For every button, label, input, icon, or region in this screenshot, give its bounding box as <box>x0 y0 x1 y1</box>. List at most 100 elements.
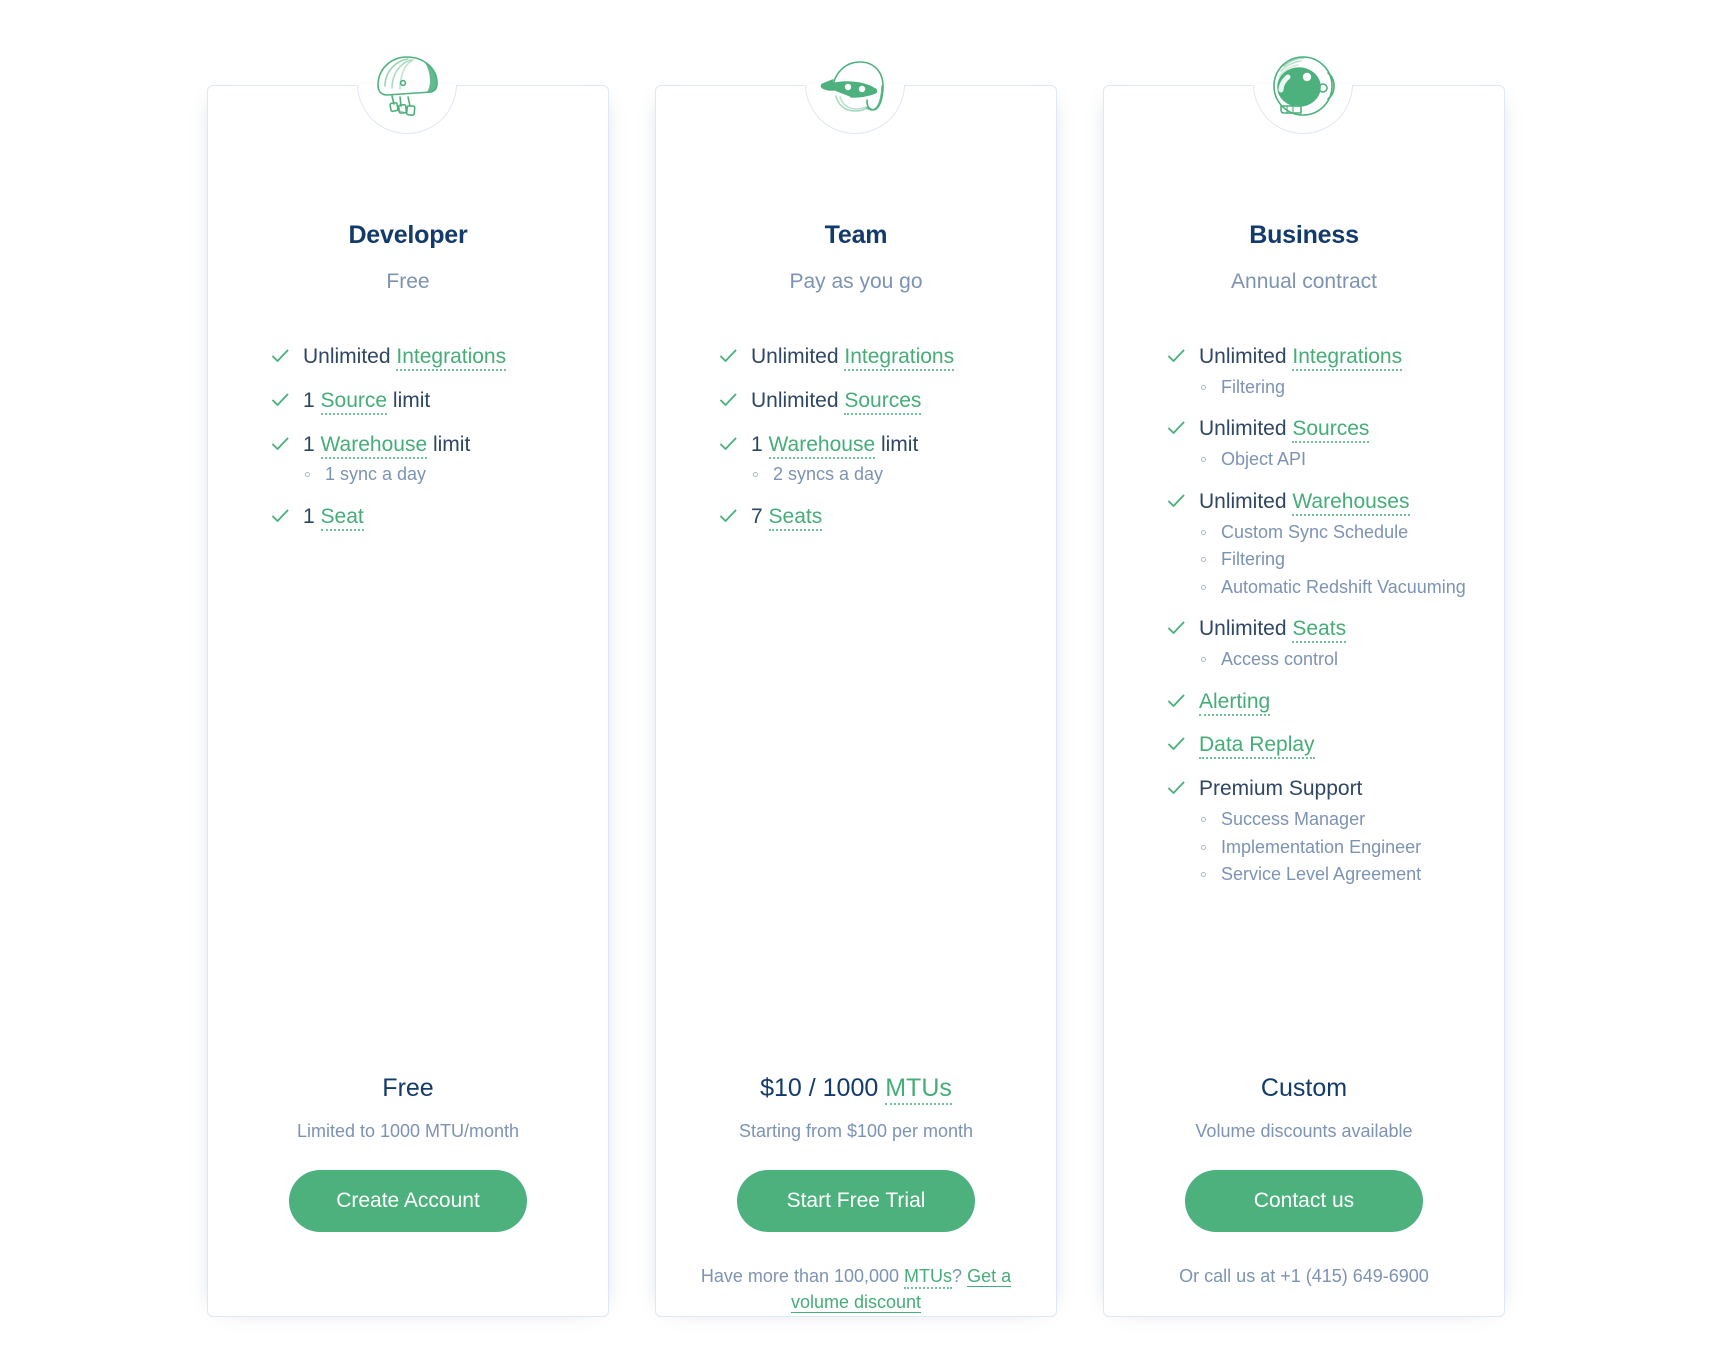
feature-3-part-1[interactable]: Seats <box>768 504 823 531</box>
feature-label: Unlimited Sources <box>1199 414 1504 444</box>
feature-1-part-1[interactable]: Source <box>320 388 388 415</box>
feature-item: 1 Seat <box>270 502 608 532</box>
feature-label: Premium Support <box>1199 774 1504 804</box>
check-icon <box>718 346 738 366</box>
feature-2-part-1[interactable]: Warehouses <box>1292 489 1410 516</box>
price-label: Custom <box>1138 1076 1470 1101</box>
cta-button-team[interactable]: Start Free Trial <box>737 1170 975 1232</box>
feature-3-part-1[interactable]: Seat <box>320 504 364 531</box>
feature-0-part-0: Unlimited <box>751 345 845 368</box>
feature-subitem: Success Manager <box>1199 807 1504 833</box>
check-icon <box>718 506 738 526</box>
feature-label: 1 Source limit <box>303 386 608 416</box>
feature-label: 1 Seat <box>303 502 608 532</box>
feature-item: Data Replay <box>1166 730 1504 760</box>
check-icon <box>1166 418 1186 438</box>
feature-0-part-0: Unlimited <box>1199 345 1293 368</box>
feature-subitem: 1 sync a day <box>303 462 608 488</box>
plan-name: Developer <box>348 221 468 249</box>
feature-subitem: Filtering <box>1199 547 1504 573</box>
footnote-part-1[interactable]: MTUs <box>904 1266 953 1289</box>
feature-2-part-1[interactable]: Warehouse <box>768 432 876 459</box>
check-icon <box>1166 491 1186 511</box>
card-header: Team Pay as you go <box>656 86 1056 293</box>
feature-0-part-1[interactable]: Integrations <box>396 345 507 371</box>
footer-note: Or call us at +1 (415) 649-6900 <box>1138 1263 1470 1316</box>
feature-3-part-1[interactable]: Seats <box>1292 617 1347 644</box>
feature-4-part-0[interactable]: Alerting <box>1199 689 1271 716</box>
feature-item: Unlimited Sources <box>718 386 1056 416</box>
feature-label: 7 Seats <box>751 502 1056 532</box>
price-part-0: Custom <box>1260 1074 1348 1102</box>
feature-0-part-1[interactable]: Integrations <box>1292 345 1403 371</box>
price-label: Free <box>242 1076 574 1101</box>
feature-2-part-0: Unlimited <box>1199 489 1293 513</box>
feature-2-part-0: 1 <box>751 432 769 456</box>
footnote-part-2: ? <box>952 1266 968 1286</box>
feature-item: Unlimited Integrations <box>718 342 1056 372</box>
check-icon <box>270 346 290 366</box>
card-header: Business Annual contract <box>1104 86 1504 293</box>
feature-label: Unlimited Sources <box>751 386 1056 416</box>
cta-button-developer[interactable]: Create Account <box>289 1170 527 1232</box>
feature-item: Unlimited Seats Access control <box>1166 614 1504 672</box>
feature-0-part-1[interactable]: Integrations <box>844 345 955 371</box>
feature-item: Unlimited Integrations Filtering <box>1166 342 1504 400</box>
price-part-0: $10 / 1000 <box>760 1074 886 1102</box>
footnote-part-0: Or call us at +1 (415) 649-6900 <box>1179 1266 1429 1286</box>
plan-name: Business <box>1249 221 1359 249</box>
feature-item: Unlimited Integrations <box>270 342 608 372</box>
feature-5-part-0[interactable]: Data Replay <box>1199 733 1315 760</box>
feature-sublist: Object API <box>1199 447 1504 473</box>
price-label: $10 / 1000 MTUs <box>690 1074 1022 1105</box>
feature-sublist: Success Manager Implementation Engineer Se… <box>1199 807 1504 888</box>
feature-item: Premium Support Success Manager Implementa… <box>1166 774 1504 887</box>
feature-label: 1 Warehouse limit <box>751 430 1056 460</box>
feature-subitem: Filtering <box>1199 375 1504 401</box>
feature-1-part-1[interactable]: Sources <box>1292 417 1370 444</box>
footnote-part-0: Have more than 100,000 <box>700 1266 905 1286</box>
feature-sublist: Access control <box>1199 647 1504 673</box>
check-icon <box>270 506 290 526</box>
feature-subitem: Service Level Agreement <box>1199 862 1504 888</box>
feature-1-part-1[interactable]: Sources <box>844 388 922 415</box>
feature-item: 1 Warehouse limit 1 sync a day <box>270 430 608 488</box>
feature-list: Unlimited Integrations Filtering Unlimited… <box>1104 342 1504 1076</box>
price-note: Starting from $100 per month <box>738 1121 974 1141</box>
plan-subtitle: Pay as you go <box>789 270 923 293</box>
check-icon <box>270 390 290 410</box>
card-footer: $10 / 1000 MTUs Starting from $100 per mo… <box>656 1074 1056 1316</box>
feature-item: 1 Warehouse limit 2 syncs a day <box>718 430 1056 488</box>
check-icon <box>1166 778 1186 798</box>
feature-item: 1 Source limit <box>270 386 608 416</box>
plan-subtitle: Free <box>386 270 430 293</box>
feature-item: Unlimited Warehouses Custom Sync Schedule… <box>1166 487 1504 600</box>
feature-3-part-0: 7 <box>751 504 769 528</box>
check-icon <box>1166 346 1186 366</box>
price-part-1[interactable]: MTUs <box>885 1074 952 1105</box>
cta-button-business[interactable]: Contact us <box>1185 1170 1423 1232</box>
feature-label: Unlimited Integrations <box>303 342 608 372</box>
feature-0-part-0: Unlimited <box>303 345 397 368</box>
feature-sublist: Custom Sync Schedule Filtering Automatic R… <box>1199 520 1504 601</box>
check-icon <box>1166 734 1186 754</box>
footer-note <box>242 1263 574 1316</box>
feature-1-part-2: limit <box>387 388 431 412</box>
feature-list: Unlimited Integrations 1 Source limit 1 Wa… <box>208 342 608 1076</box>
check-icon <box>718 390 738 410</box>
check-icon <box>1166 691 1186 711</box>
feature-subitem: Custom Sync Schedule <box>1199 520 1504 546</box>
price-note: Limited to 1000 MTU/month <box>296 1121 520 1141</box>
feature-subitem: Object API <box>1199 447 1504 473</box>
feature-subitem: 2 syncs a day <box>751 462 1056 488</box>
feature-1-part-0: Unlimited <box>751 388 845 412</box>
feature-label: Data Replay <box>1199 730 1504 760</box>
pricing-card-list: Developer Free Unlimited Integrations 1 Sou… <box>0 0 1712 1346</box>
pricing-card-business: Business Annual contract Unlimited Integra… <box>1103 56 1505 1317</box>
footer-note: Have more than 100,000 MTUs? Get a volum… <box>690 1263 1022 1316</box>
feature-2-part-1[interactable]: Warehouse <box>320 432 428 459</box>
feature-item: 7 Seats <box>718 502 1056 532</box>
check-icon <box>718 434 738 454</box>
feature-6-part-0: Premium Support <box>1199 777 1363 801</box>
feature-1-part-0: 1 <box>303 388 321 412</box>
